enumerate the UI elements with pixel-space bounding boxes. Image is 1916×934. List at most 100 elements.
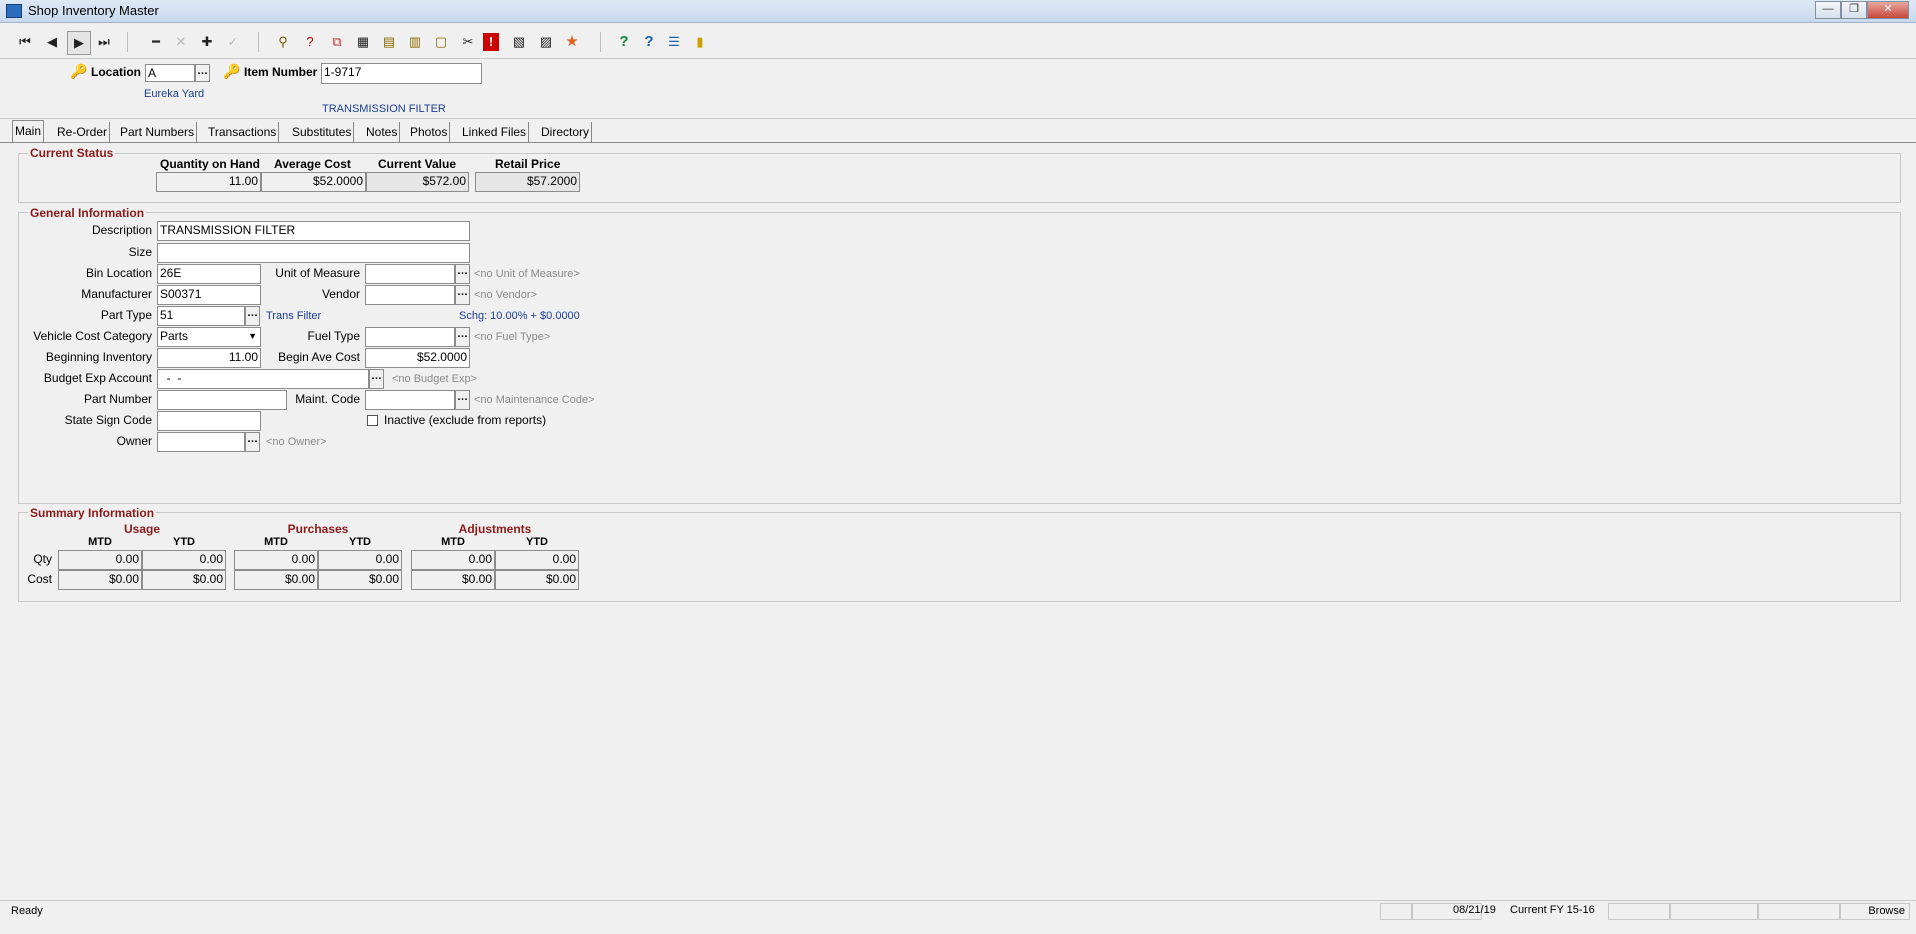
item-number-label: Item Number	[244, 65, 318, 79]
surcharge-text: Schg: 10.00% + $0.0000	[459, 310, 580, 322]
usage-header: Usage	[123, 522, 161, 536]
favorites-icon[interactable]: ★	[561, 31, 583, 53]
vendor-input[interactable]	[365, 285, 455, 305]
tab-part-numbers[interactable]: Part Numbers	[118, 122, 198, 142]
key-icon: 🔑	[70, 63, 88, 79]
vendor-lookup-button[interactable]: …	[455, 285, 470, 305]
owner-label: Owner	[116, 434, 152, 448]
maint-code-lookup-button[interactable]: …	[455, 390, 470, 410]
tab-main[interactable]: Main	[12, 120, 45, 143]
item-number-input[interactable]: 1-9717	[321, 63, 482, 84]
vehicle-cost-category-select[interactable]: Parts ▼	[157, 327, 261, 347]
tab-strip-divider	[0, 142, 1916, 143]
beginning-inventory-input[interactable]: 11.00	[157, 348, 261, 368]
fuel-type-input[interactable]	[365, 327, 455, 347]
maximize-button[interactable]: ❐	[1841, 1, 1867, 19]
minimize-button[interactable]: —	[1815, 1, 1841, 19]
tab-transactions[interactable]: Transactions	[206, 122, 280, 142]
add-record-icon[interactable]: ✚	[196, 31, 218, 53]
tab-linked-files[interactable]: Linked Files	[460, 122, 530, 142]
close-window-button[interactable]: ✕	[1867, 1, 1909, 19]
status-panel-empty	[1758, 903, 1840, 920]
toolbar-separator	[600, 32, 601, 52]
inactive-checkbox[interactable]	[367, 415, 378, 426]
vendor-hint: <no Vendor>	[474, 289, 538, 301]
exit-icon[interactable]: ▮	[689, 31, 711, 53]
usage-ytd-header: YTD	[173, 536, 195, 548]
status-text: Ready	[11, 905, 43, 917]
part-type-lookup-button[interactable]: …	[245, 306, 260, 326]
status-bar: Ready 08/21/19 Current FY 15-16 Browse	[0, 900, 1916, 923]
pages-icon[interactable]: ▨	[535, 31, 557, 53]
status-date: 08/21/19	[1453, 904, 1496, 916]
budget-exp-account-input[interactable]: - -	[157, 369, 369, 389]
begin-ave-cost-input[interactable]: $52.0000	[365, 348, 470, 368]
calculator-icon[interactable]: ▦	[352, 31, 374, 53]
description-input[interactable]: TRANSMISSION FILTER	[157, 221, 470, 241]
list-icon[interactable]: ☰	[663, 31, 685, 53]
qty-row-label: Qty	[33, 552, 52, 566]
tab-notes[interactable]: Notes	[364, 122, 401, 142]
last-record-icon[interactable]: ⏭	[93, 31, 115, 53]
owner-hint: <no Owner>	[266, 436, 327, 448]
purchases-mtd-cost: $0.00	[234, 570, 318, 590]
usage-mtd-qty: 0.00	[58, 550, 142, 570]
budget-exp-hint: <no Budget Exp>	[392, 373, 478, 385]
query-icon[interactable]: ?	[299, 31, 321, 53]
purchases-ytd-qty: 0.00	[318, 550, 402, 570]
average-cost-field: $52.0000	[261, 172, 366, 192]
toolbar-divider	[0, 58, 1916, 59]
average-cost-label: Average Cost	[274, 157, 351, 171]
part-type-name: Trans Filter	[266, 310, 322, 322]
location-lookup-button[interactable]: …	[195, 64, 210, 82]
maint-code-input[interactable]	[365, 390, 455, 410]
purchases-mtd-qty: 0.00	[234, 550, 318, 570]
inactive-label: Inactive (exclude from reports)	[384, 413, 547, 427]
fuel-type-lookup-button[interactable]: …	[455, 327, 470, 347]
save-record-icon[interactable]: ✓	[222, 31, 244, 53]
next-record-icon[interactable]: ▶	[67, 31, 91, 55]
adjustments-mtd-qty: 0.00	[411, 550, 495, 570]
documents-icon[interactable]: ▥	[404, 31, 426, 53]
location-input[interactable]: A	[145, 64, 195, 82]
location-label: Location	[91, 65, 141, 79]
part-number-label: Part Number	[83, 392, 152, 406]
quantity-on-hand-field: 11.00	[156, 172, 261, 192]
retail-price-field: $57.2000	[475, 172, 580, 192]
toolbar: ⏮ ◀ ▶ ⏭ ━ ✕ ✚ ✓ ⚲ ? ⧉ ▦ ▤ ▥ ▢ ✂ ! ▧ ▨ ★ …	[0, 28, 1916, 55]
adjustments-mtd-cost: $0.00	[411, 570, 495, 590]
current-value-field: $572.00	[366, 172, 469, 192]
filter-icon[interactable]: ⚲	[272, 31, 294, 53]
owner-lookup-button[interactable]: …	[245, 432, 260, 452]
new-document-icon[interactable]: ▢	[430, 31, 452, 53]
tab-photos[interactable]: Photos	[408, 122, 451, 142]
help-icon[interactable]: ?	[613, 31, 635, 53]
alert-icon[interactable]: !	[483, 33, 499, 51]
unit-of-measure-lookup-button[interactable]: …	[455, 264, 470, 284]
delete-record-icon[interactable]: ━	[145, 31, 167, 53]
budget-exp-lookup-button[interactable]: …	[369, 369, 384, 389]
status-mode: Browse	[1840, 903, 1910, 920]
previous-record-icon[interactable]: ◀	[41, 31, 63, 53]
part-type-input[interactable]: 51	[157, 306, 245, 326]
manufacturer-input[interactable]: S00371	[157, 285, 261, 305]
owner-input[interactable]	[157, 432, 245, 452]
size-input[interactable]	[157, 243, 470, 263]
state-sign-code-input[interactable]	[157, 411, 261, 431]
context-help-icon[interactable]: ?	[638, 31, 660, 53]
general-information-title: General Information	[28, 206, 147, 220]
bin-location-input[interactable]: 26E	[157, 264, 261, 284]
tools-icon[interactable]: ✂	[457, 31, 479, 53]
tab-re-order[interactable]: Re-Order	[55, 122, 111, 142]
report-icon[interactable]: ▧	[508, 31, 530, 53]
cancel-edit-icon[interactable]: ✕	[170, 31, 192, 53]
usage-ytd-cost: $0.00	[142, 570, 226, 590]
fuel-type-hint: <no Fuel Type>	[474, 331, 551, 343]
copy-record-icon[interactable]: ⧉	[326, 31, 348, 53]
tab-substitutes[interactable]: Substitutes	[290, 122, 355, 142]
first-record-icon[interactable]: ⏮	[14, 31, 36, 53]
unit-of-measure-input[interactable]	[365, 264, 455, 284]
tab-directory[interactable]: Directory	[539, 122, 593, 142]
folders-icon[interactable]: ▤	[378, 31, 400, 53]
retail-price-label: Retail Price	[495, 157, 561, 171]
